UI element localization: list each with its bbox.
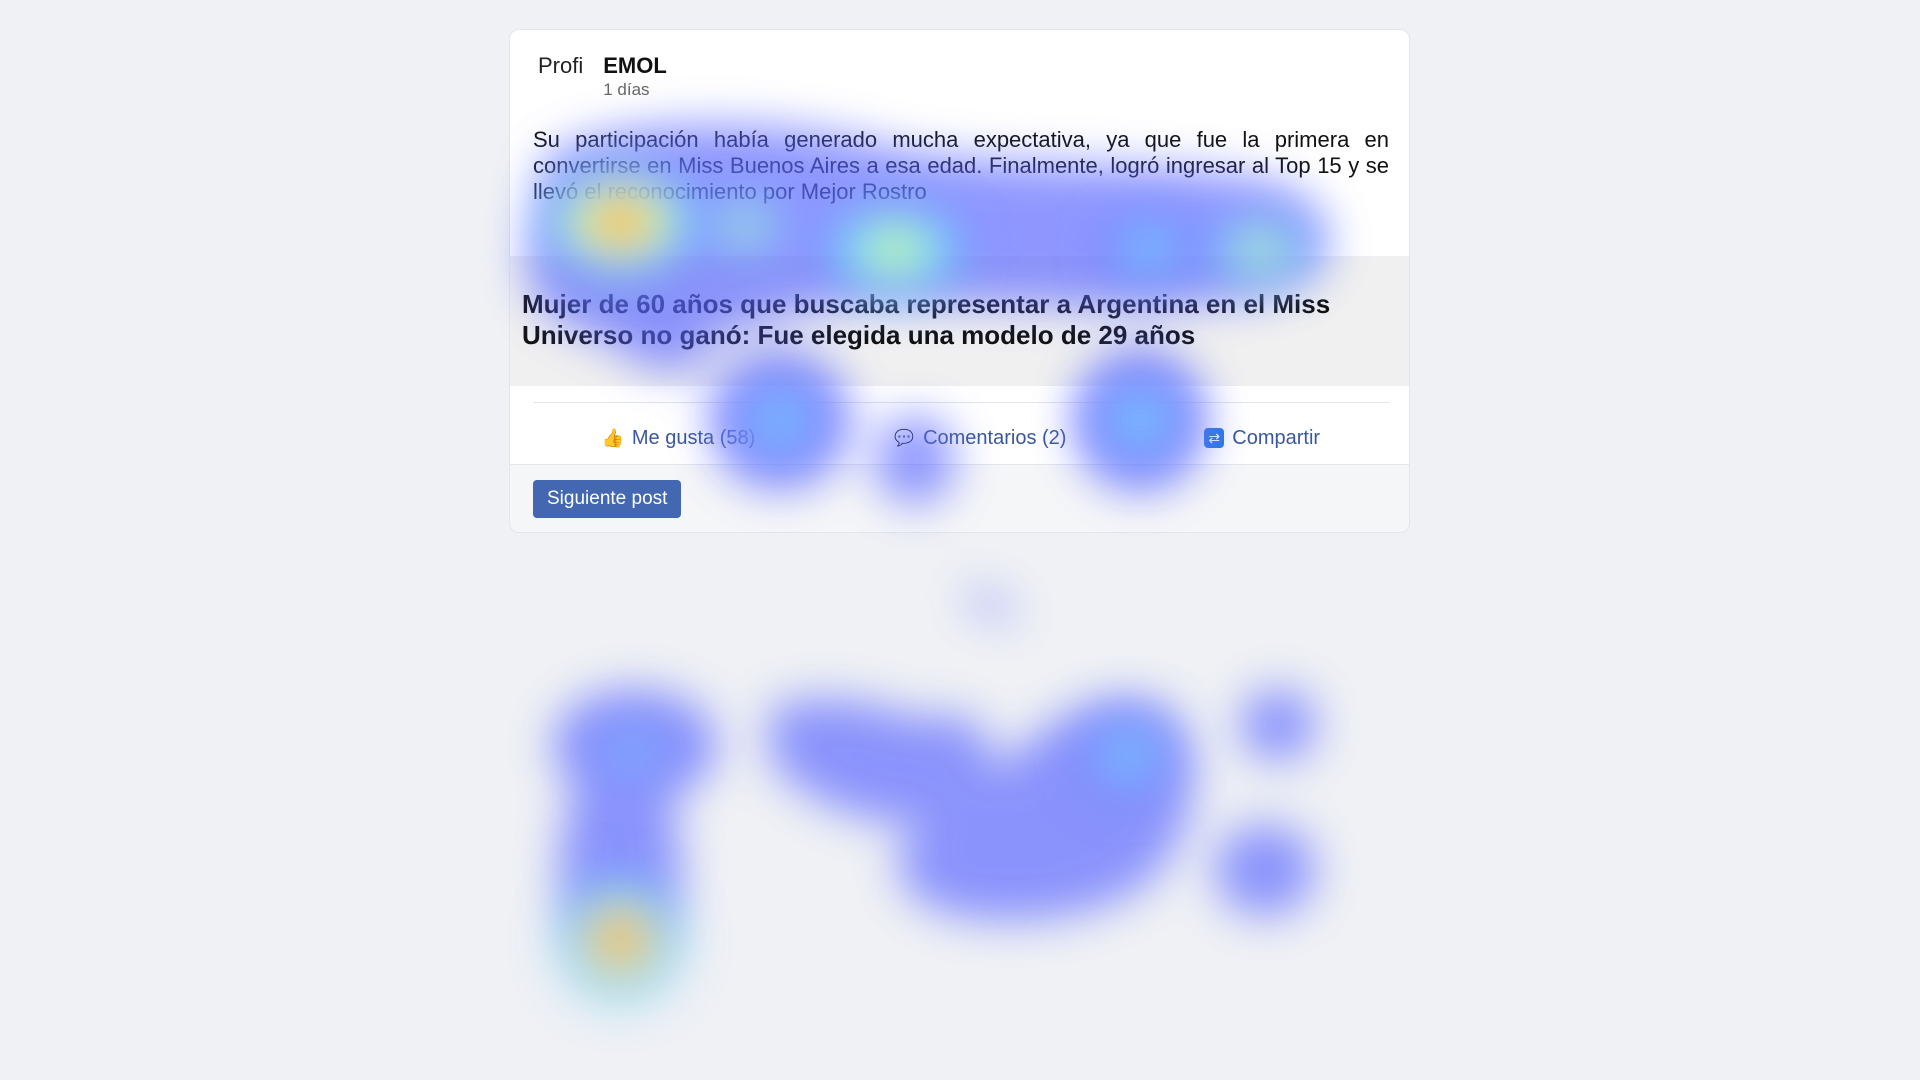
post-footer: Siguiente post	[510, 464, 1409, 532]
thumbs-up-icon: 👍	[601, 427, 625, 448]
action-bar: 👍 Me gusta (58) 💬 Comentarios (2) ⇄ Comp…	[533, 415, 1389, 461]
post-body: Su participación había generado mucha ex…	[533, 127, 1389, 204]
share-button[interactable]: ⇄ Compartir	[1204, 427, 1320, 450]
like-label: Me gusta (58)	[631, 426, 756, 449]
divider	[533, 402, 1389, 403]
speech-bubble-icon: 💬	[894, 430, 915, 447]
author-name[interactable]: EMOL	[603, 52, 667, 80]
link-preview-title[interactable]: Mujer de 60 años que buscaba representar…	[522, 289, 1382, 351]
share-label: Compartir	[1232, 426, 1321, 449]
post-header: Profi EMOL 1 días	[538, 52, 667, 104]
post-timestamp: 1 días	[603, 80, 650, 99]
author-block: EMOL 1 días	[603, 52, 667, 100]
post-card: Profi EMOL 1 días Su participación había…	[509, 29, 1410, 533]
comments-label: Comentarios (2)	[923, 426, 1067, 449]
share-arrows-icon: ⇄	[1204, 428, 1225, 448]
comments-button[interactable]: 💬 Comentarios (2)	[893, 427, 1066, 450]
next-post-button[interactable]: Siguiente post	[533, 480, 682, 518]
like-button[interactable]: 👍 Me gusta (58)	[602, 427, 755, 450]
avatar[interactable]: Profi	[538, 52, 583, 80]
link-preview[interactable]: Mujer de 60 años que buscaba representar…	[510, 256, 1409, 386]
